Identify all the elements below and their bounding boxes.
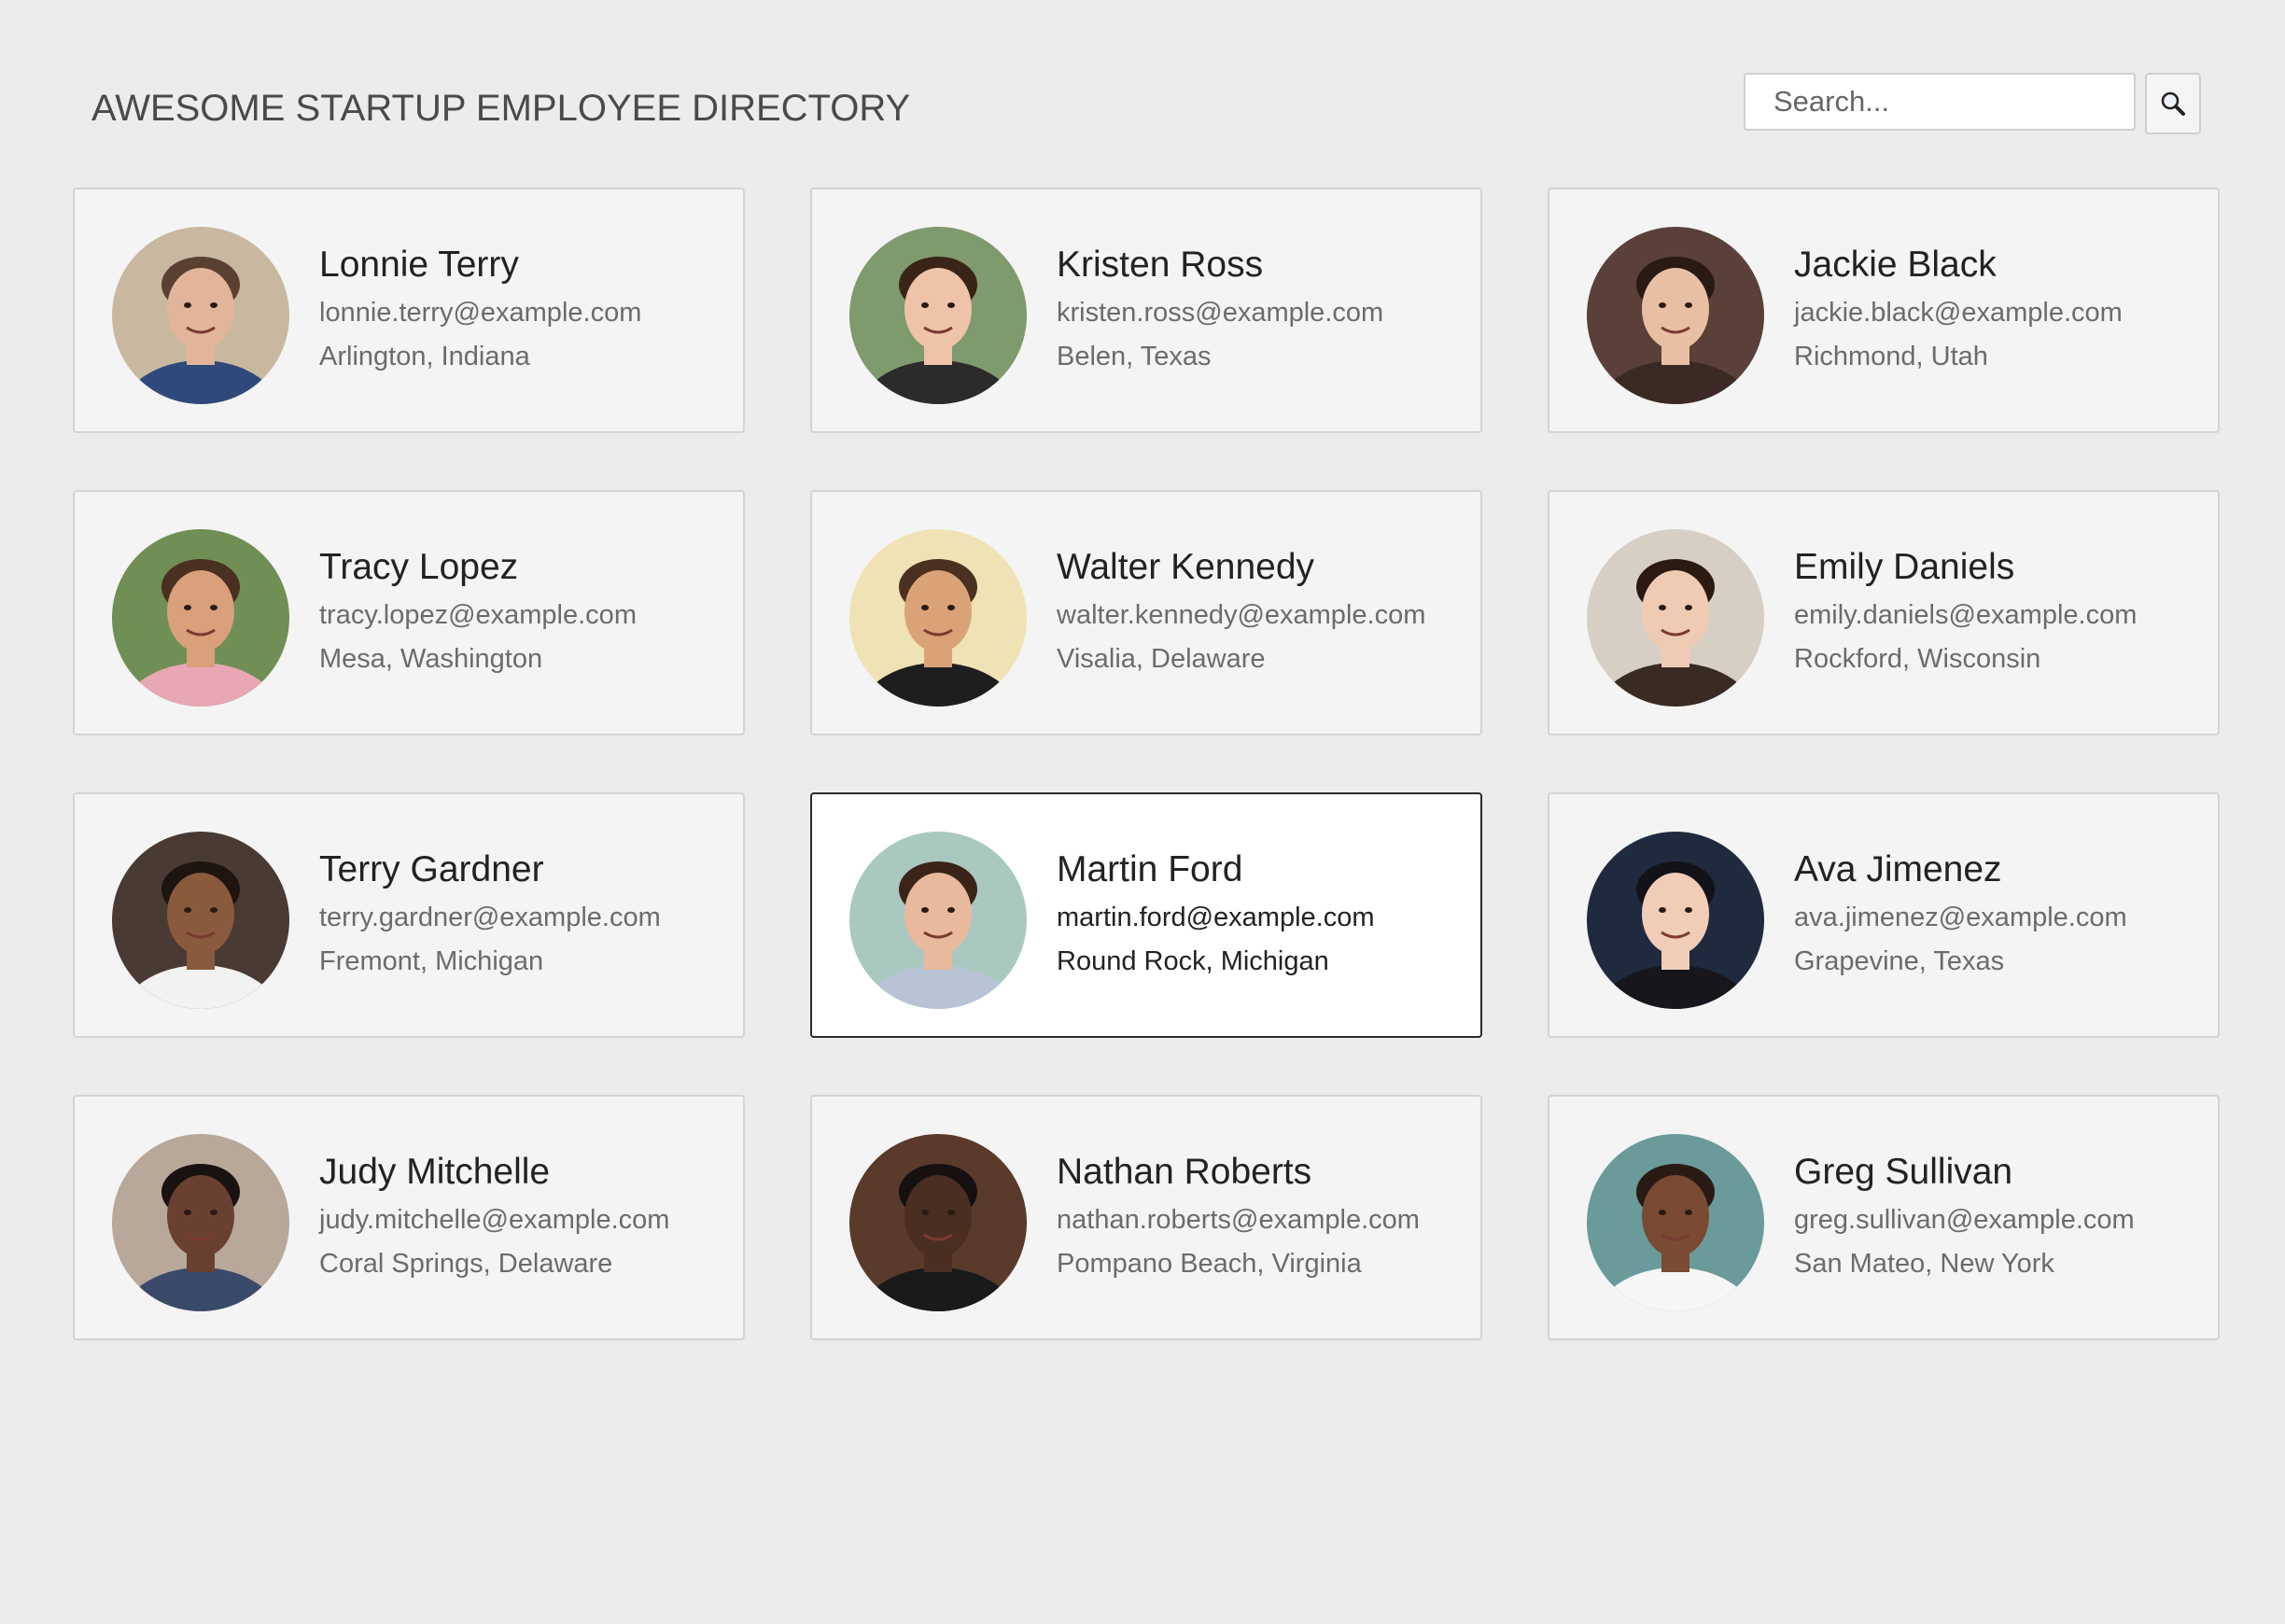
page-title: AWESOME STARTUP EMPLOYEE DIRECTORY [91,88,911,129]
employee-location: Grapevine, Texas [1794,946,2005,976]
employee-location: San Mateo, New York [1794,1249,2054,1279]
avatar-portrait-icon [1587,1134,1764,1311]
employee-location: Belen, Texas [1057,342,1212,371]
employee-card[interactable]: Walter Kennedy walter.kennedy@example.com… [810,490,1482,735]
avatar-portrait-icon [112,1134,289,1311]
search-input[interactable] [1744,73,2136,131]
avatar-portrait-icon [112,832,289,1009]
employee-name: Lonnie Terry [319,245,519,285]
employee-location: Round Rock, Michigan [1057,946,1329,976]
employee-info: Ava Jimenez ava.jimenez@example.com Grapev… [1794,848,2127,980]
magnifier-icon [2161,91,2185,116]
search-form [1744,73,2201,134]
employee-email: emily.daniels@example.com [1794,600,2138,630]
employee-location: Mesa, Washington [319,644,543,674]
employee-name: Greg Sullivan [1794,1152,2013,1192]
employee-grid: Lonnie Terry lonnie.terry@example.com Arli… [73,188,2220,1340]
avatar-portrait-icon [1587,227,1764,404]
avatar-portrait-icon [849,1134,1027,1311]
avatar-portrait-icon [1587,529,1764,707]
employee-email: terry.gardner@example.com [319,903,661,932]
employee-email: martin.ford@example.com [1057,903,1375,932]
employee-email: nathan.roberts@example.com [1057,1205,1420,1235]
employee-info: Judy Mitchelle judy.mitchelle@example.com… [319,1151,669,1282]
avatar [112,227,289,404]
employee-location: Fremont, Michigan [319,946,544,976]
employee-card[interactable]: Jackie Black jackie.black@example.com Rich… [1548,188,2220,433]
avatar [849,227,1027,404]
employee-email: jackie.black@example.com [1794,298,2123,328]
employee-email: judy.mitchelle@example.com [319,1205,670,1235]
avatar [112,1134,289,1311]
avatar [112,832,289,1009]
employee-name: Ava Jimenez [1794,849,2002,889]
avatar [1587,227,1764,404]
employee-name: Terry Gardner [319,849,544,889]
employee-location: Coral Springs, Delaware [319,1249,613,1279]
avatar [1587,529,1764,707]
avatar [112,529,289,707]
employee-name: Tracy Lopez [319,547,519,587]
employee-info: Kristen Ross kristen.ross@example.com Bele… [1057,244,1383,375]
employee-location: Visalia, Delaware [1057,644,1266,674]
employee-name: Walter Kennedy [1057,547,1315,587]
employee-email: kristen.ross@example.com [1057,298,1384,328]
employee-info: Greg Sullivan greg.sullivan@example.com Sa… [1794,1151,2135,1282]
avatar-portrait-icon [112,227,289,404]
employee-name: Jackie Black [1794,245,1997,285]
employee-info: Martin Ford martin.ford@example.com Round … [1057,848,1375,980]
avatar-portrait-icon [1587,832,1764,1009]
employee-card[interactable]: Judy Mitchelle judy.mitchelle@example.com… [73,1095,745,1340]
employee-card[interactable]: Martin Ford martin.ford@example.com Round … [810,792,1482,1038]
employee-card[interactable]: Tracy Lopez tracy.lopez@example.com Mesa, … [73,490,745,735]
employee-location: Rockford, Wisconsin [1794,644,2041,674]
employee-name: Martin Ford [1057,849,1243,889]
employee-email: greg.sullivan@example.com [1794,1205,2135,1235]
employee-email: lonnie.terry@example.com [319,298,642,328]
avatar [1587,1134,1764,1311]
avatar-portrait-icon [112,529,289,707]
employee-email: walter.kennedy@example.com [1057,600,1426,630]
employee-email: tracy.lopez@example.com [319,600,637,630]
employee-info: Tracy Lopez tracy.lopez@example.com Mesa, … [319,546,637,678]
employee-info: Terry Gardner terry.gardner@example.com Fr… [319,848,661,980]
employee-card[interactable]: Terry Gardner terry.gardner@example.com Fr… [73,792,745,1038]
employee-name: Nathan Roberts [1057,1152,1312,1192]
employee-name: Emily Daniels [1794,547,2015,587]
employee-card[interactable]: Emily Daniels emily.daniels@example.com Ro… [1548,490,2220,735]
employee-info: Jackie Black jackie.black@example.com Rich… [1794,244,2123,375]
employee-card[interactable]: Ava Jimenez ava.jimenez@example.com Grapev… [1548,792,2220,1038]
search-button[interactable] [2145,73,2201,134]
employee-card[interactable]: Kristen Ross kristen.ross@example.com Bele… [810,188,1482,433]
avatar [849,832,1027,1009]
avatar-portrait-icon [849,227,1027,404]
avatar [1587,832,1764,1009]
avatar [849,529,1027,707]
employee-info: Walter Kennedy walter.kennedy@example.com… [1057,546,1425,678]
employee-info: Emily Daniels emily.daniels@example.com Ro… [1794,546,2137,678]
employee-card[interactable]: Lonnie Terry lonnie.terry@example.com Arli… [73,188,745,433]
avatar-portrait-icon [849,832,1027,1009]
employee-info: Lonnie Terry lonnie.terry@example.com Arli… [319,244,641,375]
employee-name: Kristen Ross [1057,245,1264,285]
employee-email: ava.jimenez@example.com [1794,903,2127,932]
employee-location: Pompano Beach, Virginia [1057,1249,1362,1279]
page-header: AWESOME STARTUP EMPLOYEE DIRECTORY [91,73,2201,134]
avatar [849,1134,1027,1311]
employee-name: Judy Mitchelle [319,1152,551,1192]
employee-card[interactable]: Nathan Roberts nathan.roberts@example.com… [810,1095,1482,1340]
employee-location: Arlington, Indiana [319,342,530,371]
employee-location: Richmond, Utah [1794,342,1988,371]
employee-card[interactable]: Greg Sullivan greg.sullivan@example.com Sa… [1548,1095,2220,1340]
employee-info: Nathan Roberts nathan.roberts@example.com… [1057,1151,1420,1282]
avatar-portrait-icon [849,529,1027,707]
